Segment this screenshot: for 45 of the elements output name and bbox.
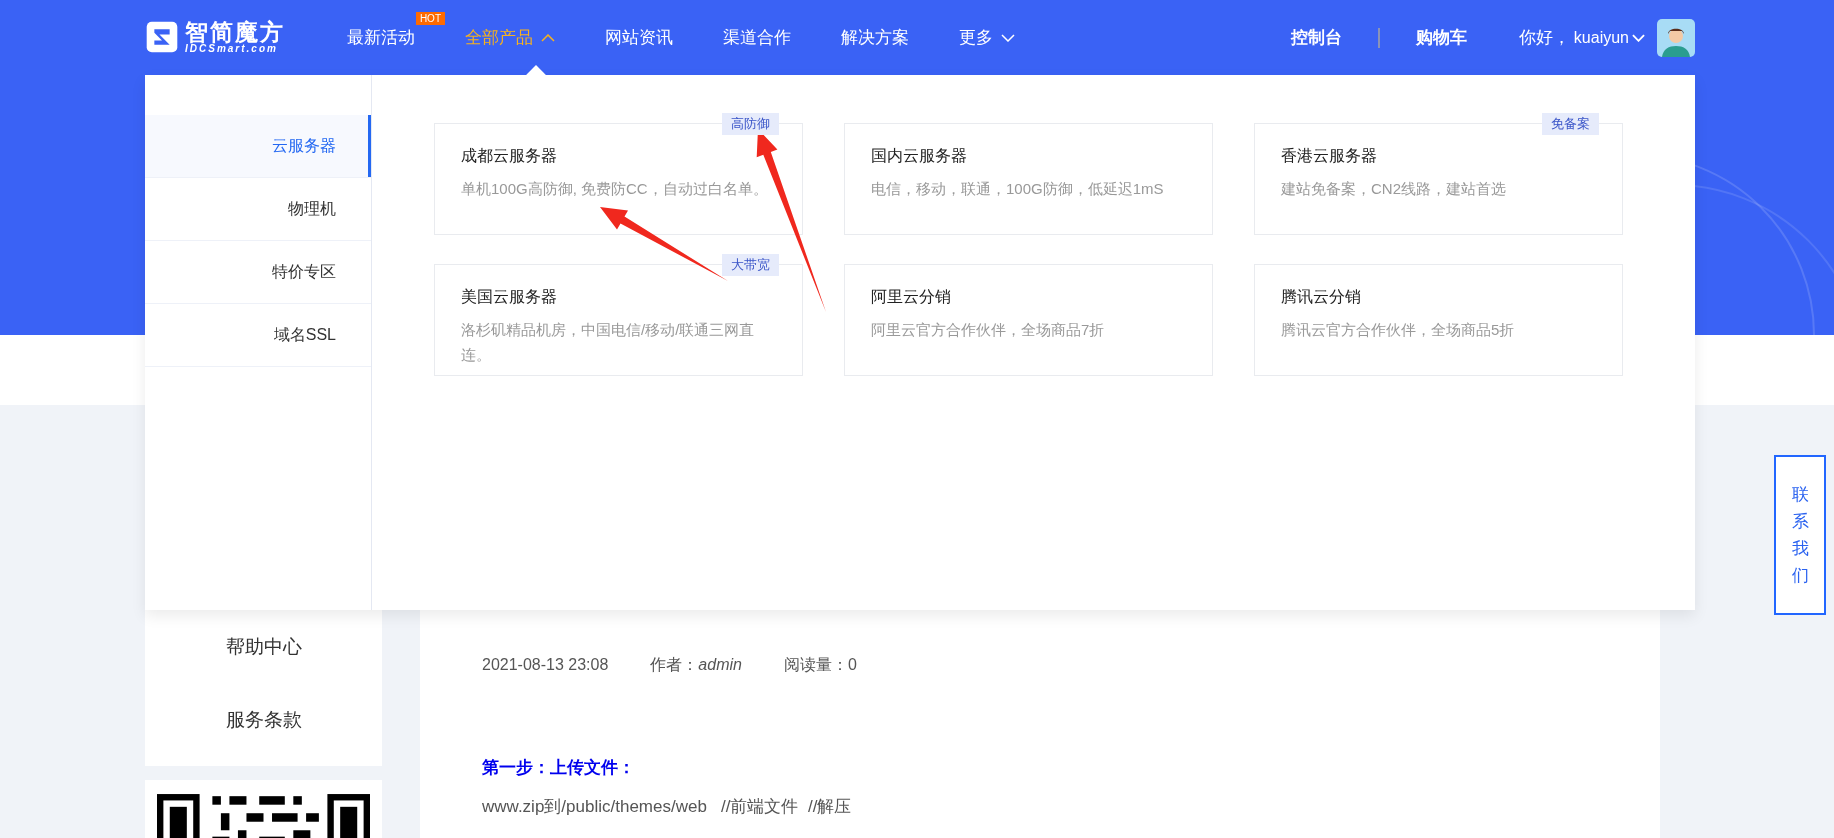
product-description: 电信，移动，联通，100G防御，低延迟1mS xyxy=(871,179,1165,199)
product-tag: 高防御 xyxy=(722,113,779,135)
product-card[interactable]: 阿里云分销 阿里云官方合作伙伴，全场商品7折 xyxy=(844,264,1213,376)
avatar-icon[interactable] xyxy=(1657,18,1695,57)
product-description: 阿里云官方合作伙伴，全场商品7折 xyxy=(871,320,1106,340)
product-card[interactable]: 腾讯云分销 腾讯云官方合作伙伴，全场商品5折 xyxy=(1254,264,1623,376)
nav-link[interactable]: 网站资讯 xyxy=(605,26,673,49)
product-title: 香港云服务器 xyxy=(1281,146,1378,166)
sidebar-item[interactable]: 帮助中心 xyxy=(145,610,382,683)
category-item[interactable]: 云服务器 xyxy=(145,115,371,178)
hot-badge: HOT xyxy=(415,12,445,25)
author-label: 作者： xyxy=(650,655,699,673)
product-tag: 大带宽 xyxy=(722,254,779,276)
product-description: 建站免备案，CN2线路，建站首选 xyxy=(1281,179,1507,199)
article-date: 2021-08-13 23:08 xyxy=(482,656,609,674)
nav-link[interactable]: 解决方案 xyxy=(841,26,909,49)
product-tag: 免备案 xyxy=(1542,113,1599,135)
author-name: admin xyxy=(698,655,742,673)
logo-domain: IDCSmart.com xyxy=(185,44,279,55)
product-title: 美国云服务器 xyxy=(461,287,558,307)
product-title: 腾讯云分销 xyxy=(1281,287,1362,307)
header-link[interactable]: 控制台 xyxy=(1290,26,1342,49)
header-link[interactable]: 购物车 xyxy=(1415,26,1467,49)
product-card[interactable]: 国内云服务器 电信，移动，联通，100G防御，低延迟1mS xyxy=(844,123,1213,235)
product-description: 单机100G高防御, 免费防CC，自动过白名单。 xyxy=(461,179,769,199)
nav-link[interactable]: 更多 xyxy=(959,26,1015,49)
view-count: 阅读量：0 xyxy=(783,654,857,675)
product-title: 阿里云分销 xyxy=(871,287,952,307)
category-item[interactable]: 物理机 xyxy=(145,178,371,241)
nav-link[interactable]: 渠道合作 xyxy=(723,26,791,49)
step-heading: 第一步：上传文件： xyxy=(482,757,636,779)
chevron-icon xyxy=(1632,33,1645,42)
step-text: www.zip到/public/themes/web //前端文件 //解压 xyxy=(482,796,853,818)
contact-button[interactable]: 联系我们 xyxy=(1774,455,1826,615)
category-item[interactable]: 特价专区 xyxy=(145,241,371,304)
product-title: 国内云服务器 xyxy=(871,146,968,166)
sidebar-item[interactable]: 服务条款 xyxy=(145,683,382,756)
product-description: 腾讯云官方合作伙伴，全场商品5折 xyxy=(1281,320,1516,340)
category-item[interactable]: 域名SSL xyxy=(145,304,371,367)
logo-icon xyxy=(145,20,179,55)
product-description: 洛杉矶精品机房，中国电信/移动/联通三网直连。 xyxy=(461,320,756,365)
user-menu[interactable]: kuaiyun xyxy=(1573,28,1645,47)
logo-name: 智简魔方 xyxy=(185,20,285,45)
product-title: 成都云服务器 xyxy=(461,146,558,166)
greeting-text: 你好， xyxy=(1518,27,1570,49)
